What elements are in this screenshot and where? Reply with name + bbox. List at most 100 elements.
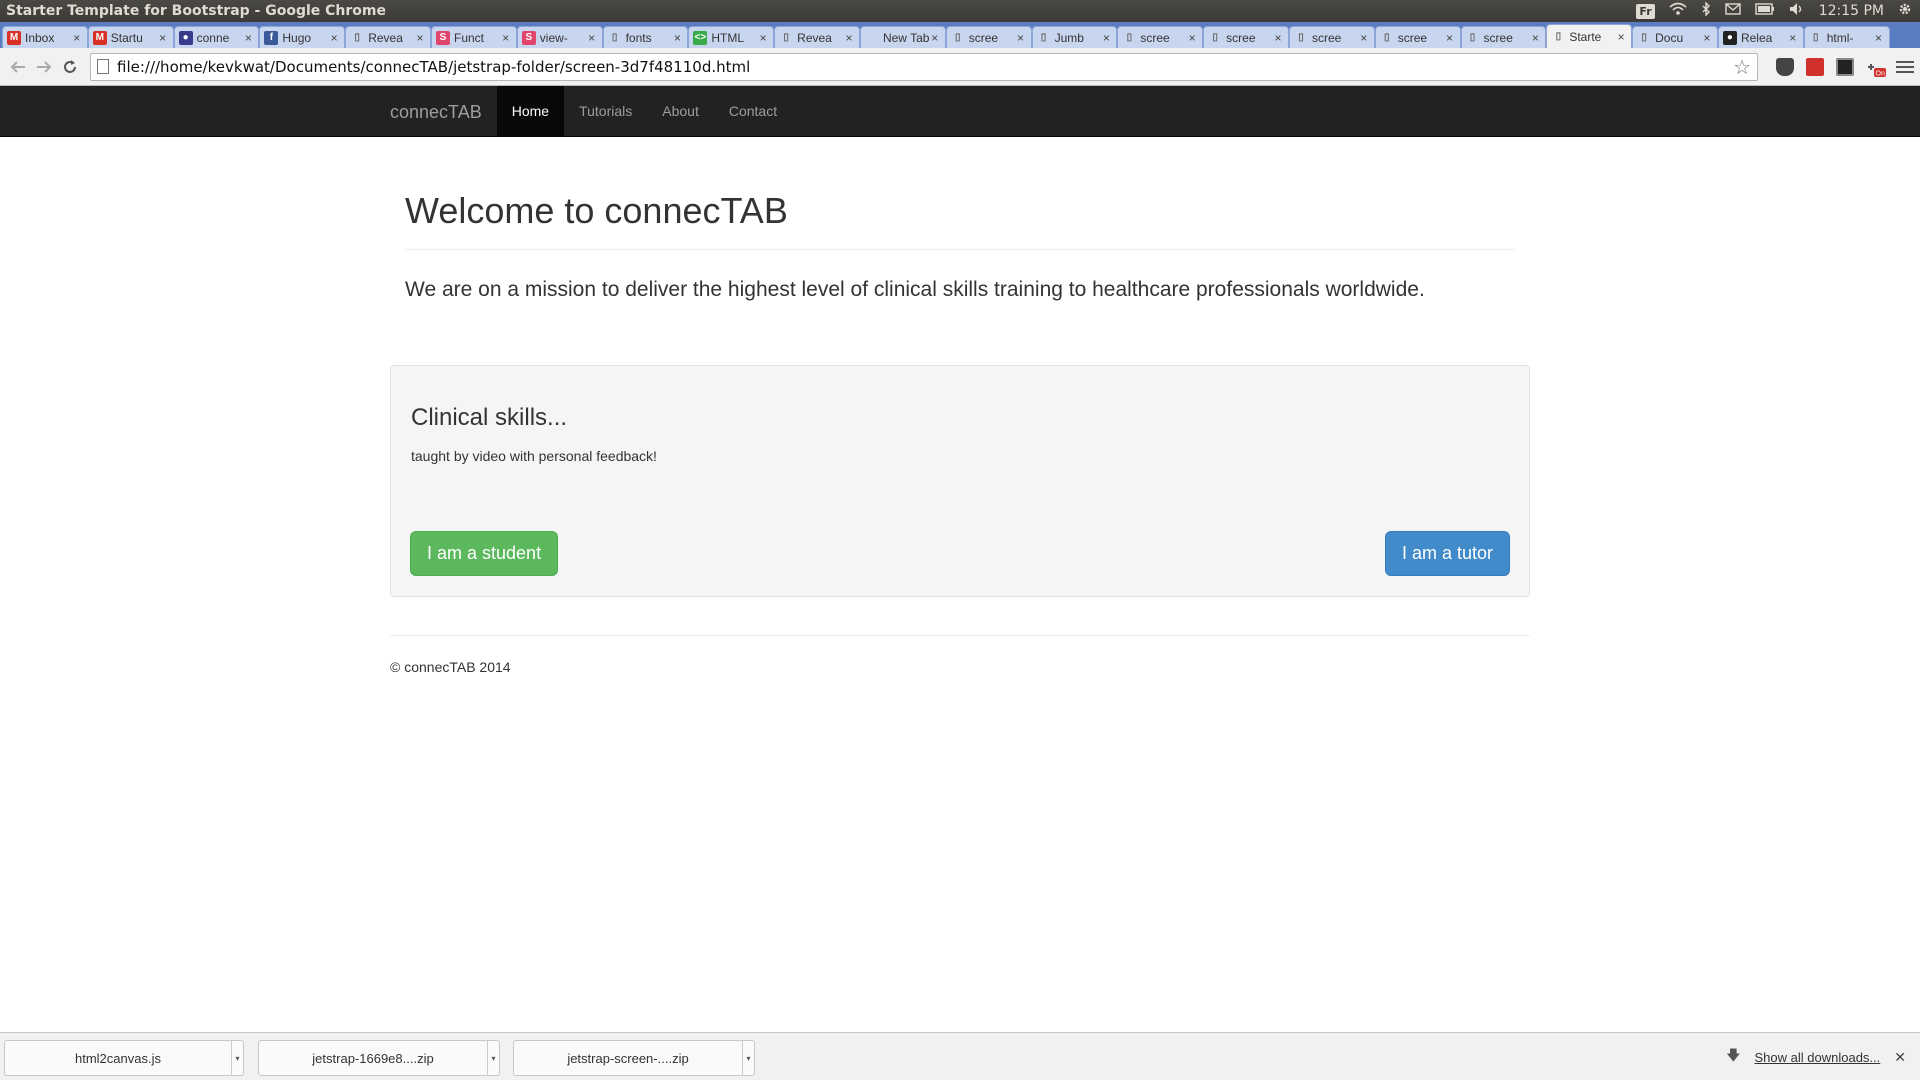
- browser-tab[interactable]: ▯ scree ×: [1374, 26, 1461, 48]
- browser-tab[interactable]: ▯ Revea ×: [345, 26, 431, 48]
- browser-tab[interactable]: ▯ Jumb ×: [1031, 26, 1118, 48]
- close-icon[interactable]: ×: [843, 31, 855, 45]
- chevron-down-icon[interactable]: ▾: [487, 1041, 499, 1075]
- page-icon: ▯: [1298, 32, 1304, 43]
- bookmark-star-icon[interactable]: ☆: [1733, 55, 1751, 79]
- browser-tab[interactable]: ● Relea ×: [1717, 26, 1804, 48]
- tab-title: Relea: [1740, 30, 1773, 45]
- browser-tab[interactable]: ▯ Docu ×: [1632, 26, 1718, 48]
- forward-button[interactable]: [32, 55, 56, 79]
- browser-tab[interactable]: Sview- ×: [516, 26, 603, 48]
- close-icon[interactable]: ×: [1787, 31, 1799, 45]
- tab-title: Hugo: [282, 30, 312, 45]
- close-icon[interactable]: ×: [929, 31, 941, 45]
- close-icon[interactable]: ×: [1272, 31, 1284, 45]
- nav-item-about[interactable]: About: [647, 86, 714, 137]
- address-bar[interactable]: file:///home/kevkwat/Documents/connecTAB…: [90, 52, 1758, 81]
- close-icon[interactable]: ×: [1701, 31, 1713, 45]
- s-icon: S: [521, 30, 536, 45]
- page-icon: ▯: [955, 32, 961, 43]
- close-icon[interactable]: ×: [414, 31, 426, 45]
- browser-tab[interactable]: ▯ Starte ×: [1546, 24, 1633, 48]
- browser-tab[interactable]: ▯ fonts ×: [602, 26, 689, 48]
- close-icon[interactable]: ×: [1873, 31, 1885, 45]
- download-filename[interactable]: html2canvas.js: [5, 1051, 231, 1066]
- web-page: connecTAB Home Tutorials About Contact W…: [0, 86, 1920, 1032]
- page-icon: ▯: [1812, 32, 1819, 43]
- browser-tab[interactable]: ▯ html- ×: [1803, 26, 1890, 48]
- browser-tab[interactable]: ▯ scree ×: [1117, 26, 1204, 48]
- nav-item-tutorials[interactable]: Tutorials: [564, 86, 647, 137]
- tutor-button[interactable]: I am a tutor: [1384, 531, 1510, 576]
- footer-copyright: © connecTAB 2014: [390, 659, 511, 675]
- reload-button[interactable]: [58, 55, 82, 79]
- chevron-down-icon[interactable]: ▾: [231, 1041, 243, 1075]
- keyboard-layout-indicator[interactable]: Fr: [1636, 3, 1655, 19]
- browser-tab[interactable]: <> HTML ×: [688, 26, 775, 48]
- gear-icon[interactable]: [1898, 2, 1912, 20]
- clock[interactable]: 12:15 PM: [1819, 3, 1884, 19]
- close-icon[interactable]: ×: [71, 31, 83, 45]
- screen-extension-icon[interactable]: [1836, 57, 1854, 76]
- browser-tab[interactable]: ▯ scree ×: [1203, 26, 1289, 48]
- bluetooth-icon[interactable]: [1701, 1, 1711, 20]
- download-filename[interactable]: jetstrap-1669e8....zip: [259, 1051, 487, 1066]
- close-icon[interactable]: ×: [1186, 31, 1198, 45]
- close-icon[interactable]: ×: [671, 31, 683, 45]
- browser-tab[interactable]: M Startu ×: [87, 26, 174, 48]
- chrome-menu-button[interactable]: [1896, 60, 1914, 73]
- browser-tab[interactable]: M Inbox ×: [2, 26, 88, 48]
- page-icon: ▯: [354, 32, 360, 43]
- nav-item-contact[interactable]: Contact: [714, 86, 792, 137]
- volume-icon[interactable]: [1789, 2, 1805, 20]
- wifi-icon[interactable]: [1669, 2, 1687, 20]
- mission-lead: We are on a mission to deliver the highe…: [405, 278, 1425, 301]
- download-icon: 🡇: [1726, 1047, 1741, 1063]
- close-icon[interactable]: ×: [1615, 30, 1627, 44]
- close-icon[interactable]: ×: [242, 31, 254, 45]
- back-button[interactable]: [6, 55, 30, 79]
- battery-icon[interactable]: [1754, 3, 1775, 19]
- nav-item-home[interactable]: Home: [496, 86, 565, 137]
- tab-title: scree: [1226, 30, 1256, 45]
- close-icon[interactable]: ×: [1444, 31, 1456, 45]
- close-icon[interactable]: ✕: [1894, 1049, 1906, 1066]
- close-icon[interactable]: ×: [1529, 31, 1541, 45]
- download-item[interactable]: jetstrap-screen-....zip ▾: [513, 1040, 755, 1076]
- download-item[interactable]: html2canvas.js ▾: [4, 1040, 244, 1076]
- browser-tab[interactable]: f Hugo ×: [259, 26, 346, 48]
- close-icon[interactable]: ×: [1015, 31, 1027, 45]
- bookmark-extension-icon[interactable]: [1806, 57, 1824, 76]
- close-icon[interactable]: ×: [757, 31, 769, 45]
- browser-tab[interactable]: ▯ scree ×: [1288, 26, 1375, 48]
- chevron-down-icon[interactable]: ▾: [742, 1041, 754, 1075]
- close-icon[interactable]: ×: [586, 31, 598, 45]
- browser-tab[interactable]: New Tab ×: [859, 26, 946, 48]
- facebook-icon: f: [264, 30, 279, 45]
- browser-tab[interactable]: ▯ scree ×: [945, 26, 1032, 48]
- tab-title: scree: [1311, 30, 1342, 45]
- browser-tab[interactable]: ▯ Revea ×: [774, 26, 860, 48]
- download-filename[interactable]: jetstrap-screen-....zip: [514, 1051, 742, 1066]
- navbar-brand[interactable]: connecTAB: [375, 87, 497, 137]
- close-icon[interactable]: ×: [1100, 31, 1112, 45]
- jumbotron-panel: Clinical skills... taught by video with …: [390, 365, 1530, 597]
- close-icon[interactable]: ×: [157, 31, 169, 45]
- address-url[interactable]: file:///home/kevkwat/Documents/connecTAB…: [117, 58, 1733, 76]
- close-icon[interactable]: ×: [500, 31, 512, 45]
- browser-tab[interactable]: ▯ scree ×: [1460, 26, 1547, 48]
- student-button[interactable]: I am a student: [410, 531, 559, 576]
- tab-title: html-: [1826, 30, 1854, 45]
- download-item[interactable]: jetstrap-1669e8....zip ▾: [258, 1040, 500, 1076]
- page-icon: ▯: [783, 32, 789, 43]
- tab-title: scree: [968, 30, 999, 45]
- mail-icon[interactable]: [1724, 3, 1741, 19]
- on-extension-icon[interactable]: On: [1866, 58, 1886, 77]
- browser-tab[interactable]: ● conne ×: [173, 26, 260, 48]
- show-all-downloads-link[interactable]: Show all downloads...: [1755, 1050, 1881, 1065]
- tab-title: scree: [1483, 30, 1513, 45]
- browser-tab[interactable]: S Funct ×: [430, 26, 517, 48]
- close-icon[interactable]: ×: [1358, 31, 1370, 45]
- close-icon[interactable]: ×: [328, 31, 340, 45]
- pocket-extension-icon[interactable]: [1776, 57, 1794, 76]
